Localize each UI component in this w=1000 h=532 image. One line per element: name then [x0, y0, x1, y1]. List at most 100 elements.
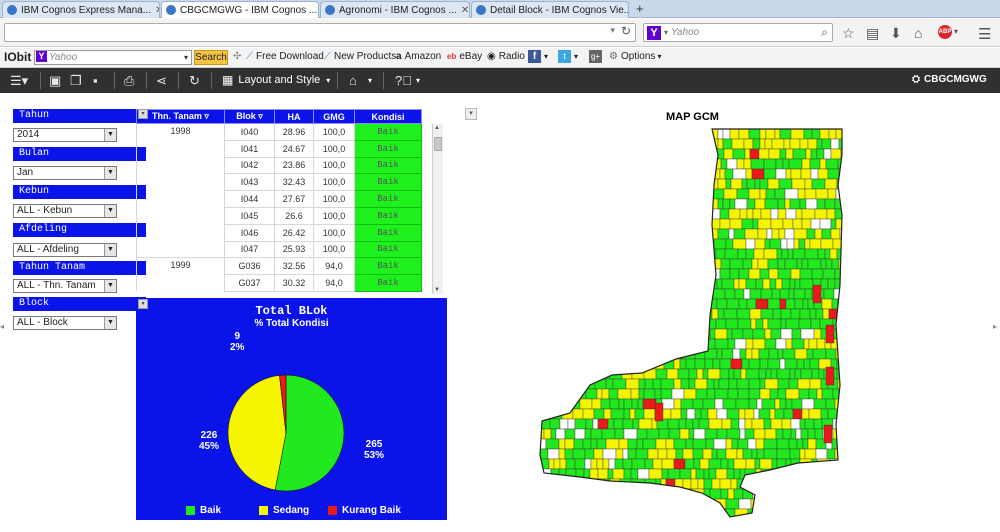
map-block[interactable] [780, 308, 792, 320]
map-block[interactable] [742, 488, 754, 500]
map-block[interactable] [783, 408, 794, 420]
reading-list-icon[interactable]: ▤ [866, 25, 879, 42]
map-block[interactable] [567, 198, 577, 210]
map-block[interactable] [572, 288, 584, 300]
map-block[interactable] [622, 188, 636, 200]
map-block[interactable] [692, 418, 700, 430]
map-block[interactable] [626, 318, 636, 330]
map-block[interactable] [704, 258, 714, 270]
map-block[interactable] [825, 258, 833, 270]
map-block[interactable] [777, 378, 790, 390]
map-block[interactable] [587, 519, 592, 520]
map-block[interactable] [661, 468, 669, 480]
map-block[interactable] [762, 278, 771, 290]
options-menu[interactable]: ⚙ Options ▾ [609, 51, 661, 62]
map-block[interactable] [785, 338, 793, 350]
map-block[interactable] [803, 498, 817, 510]
map-block[interactable] [538, 228, 545, 240]
new-tab-icon[interactable]: + [636, 1, 644, 16]
map-block[interactable] [790, 129, 805, 140]
map-block[interactable] [667, 278, 678, 290]
dropdown-arrow-icon[interactable]: ▼ [104, 280, 116, 292]
map-block[interactable] [694, 408, 702, 420]
map-block[interactable] [575, 338, 585, 350]
map-block[interactable] [811, 129, 821, 140]
map-block[interactable] [748, 358, 761, 370]
map-block[interactable] [790, 308, 801, 320]
map-block[interactable] [581, 278, 594, 290]
map-block[interactable] [627, 438, 638, 450]
map-block[interactable] [573, 438, 584, 450]
map-block[interactable] [726, 328, 733, 340]
map-block[interactable] [596, 138, 604, 150]
map-block[interactable] [700, 508, 711, 519]
map-block[interactable] [561, 248, 572, 260]
map-block[interactable] [550, 428, 557, 440]
map-block[interactable] [625, 288, 640, 300]
map-block[interactable] [544, 148, 551, 160]
map-block[interactable] [725, 318, 739, 330]
map-block[interactable] [668, 129, 681, 140]
map-block[interactable] [832, 388, 840, 400]
map-block[interactable] [798, 388, 810, 400]
map-block[interactable] [618, 328, 629, 340]
map-block[interactable] [700, 298, 708, 310]
map-block[interactable] [719, 218, 731, 230]
map-block[interactable] [788, 158, 803, 170]
map-block[interactable] [777, 268, 792, 280]
map-block[interactable] [770, 418, 783, 430]
map-block[interactable] [567, 418, 576, 430]
map-block[interactable] [612, 188, 624, 200]
map-block[interactable] [733, 278, 740, 290]
map-block[interactable] [810, 318, 821, 330]
map-block[interactable] [591, 398, 602, 410]
map-block[interactable] [648, 158, 659, 170]
map-block[interactable] [775, 168, 787, 180]
map-block[interactable] [538, 498, 548, 510]
map-block[interactable] [659, 228, 666, 240]
map-block[interactable] [683, 288, 690, 300]
map-block[interactable] [584, 458, 592, 470]
map-block[interactable] [775, 338, 787, 350]
map-block[interactable] [670, 288, 685, 300]
map-block[interactable] [718, 378, 730, 390]
map-block[interactable] [654, 498, 666, 510]
map-block[interactable] [638, 348, 649, 360]
map-block[interactable] [703, 129, 711, 140]
map-block[interactable] [642, 498, 651, 510]
map-block[interactable] [719, 478, 732, 490]
map-block[interactable] [753, 248, 765, 260]
map-block[interactable] [596, 218, 608, 230]
map-block[interactable] [779, 298, 787, 310]
map-block[interactable] [546, 129, 554, 140]
map-block[interactable] [655, 368, 668, 380]
map-block[interactable] [776, 438, 790, 450]
map-block[interactable] [711, 448, 718, 460]
map-block[interactable] [659, 168, 668, 180]
map-block[interactable] [624, 508, 634, 519]
map-block[interactable] [779, 129, 792, 140]
map-block[interactable] [748, 398, 758, 410]
map-block[interactable] [745, 248, 755, 260]
map-block[interactable] [687, 278, 695, 290]
map-block[interactable] [654, 348, 663, 360]
map-block[interactable] [621, 519, 626, 520]
map-block[interactable] [746, 298, 757, 310]
map-block[interactable] [538, 268, 548, 280]
map-block[interactable] [647, 448, 659, 460]
map-block[interactable] [686, 408, 696, 420]
map-block[interactable] [562, 268, 575, 280]
column-header-kondisi[interactable]: Kondisi [354, 109, 422, 124]
map-block[interactable] [819, 129, 830, 140]
map-block[interactable] [592, 418, 599, 430]
map-block[interactable] [588, 188, 600, 200]
map-block[interactable] [622, 458, 633, 470]
map-block[interactable] [812, 348, 827, 360]
map-block[interactable] [660, 388, 673, 400]
map-block[interactable] [688, 378, 696, 390]
block-select[interactable]: ALL - Block ▼ [13, 316, 117, 330]
map-block[interactable] [607, 298, 622, 310]
map-block[interactable] [612, 288, 627, 300]
map-block[interactable] [695, 178, 703, 190]
map-block[interactable] [647, 348, 656, 360]
